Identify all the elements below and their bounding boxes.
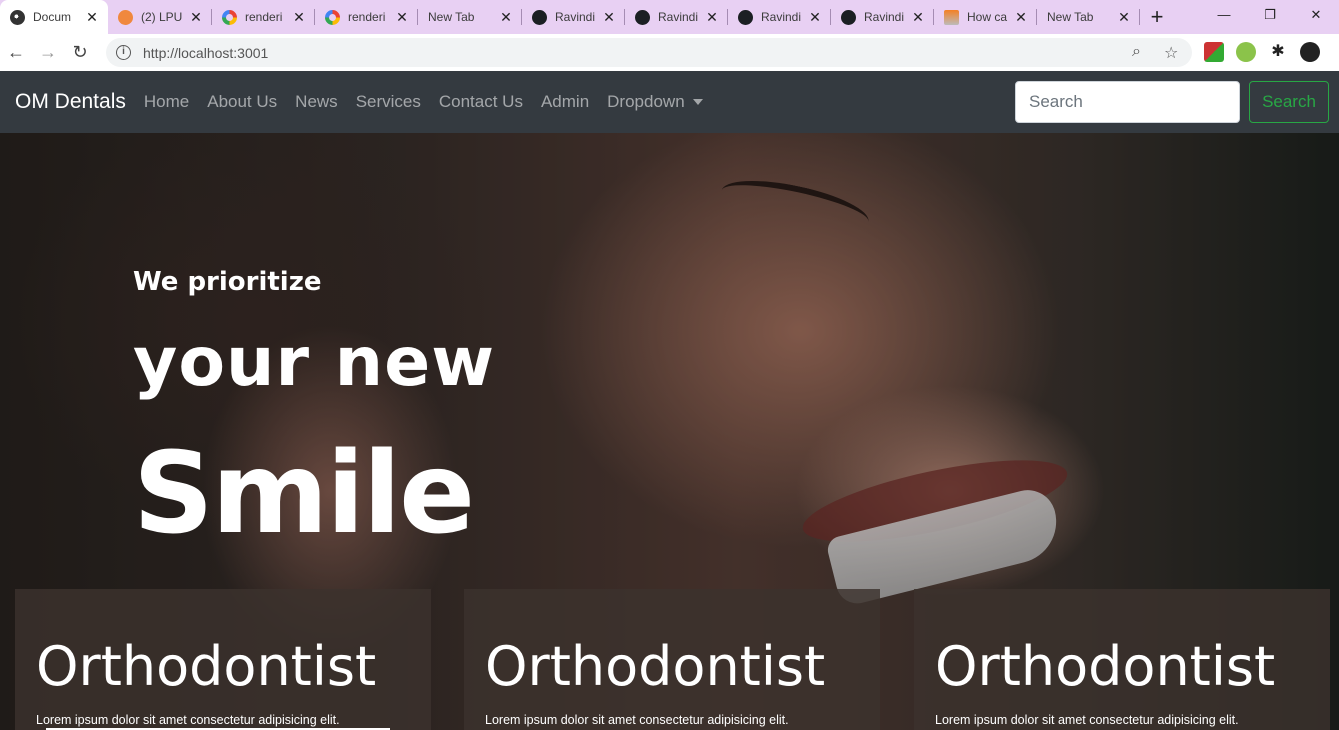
- card-title: Orthodontist: [36, 635, 377, 698]
- url-text: http://localhost:3001: [143, 44, 269, 61]
- close-icon[interactable]: ✕: [84, 9, 100, 26]
- nav-contact-us[interactable]: Contact Us: [439, 92, 523, 112]
- minimize-icon[interactable]: —: [1201, 0, 1247, 30]
- service-card: Orthodontist Lorem ipsum dolor sit amet …: [15, 589, 431, 730]
- back-icon[interactable]: ←: [0, 42, 32, 63]
- reload-icon[interactable]: ↻: [64, 42, 96, 63]
- profile-avatar-icon[interactable]: [1300, 42, 1320, 62]
- site-navbar: OM Dentals Home About Us News Services C…: [0, 71, 1339, 133]
- browser-tab[interactable]: Ravindi ✕: [831, 0, 934, 34]
- close-icon[interactable]: ✕: [601, 9, 617, 26]
- lpu-icon: [118, 9, 133, 25]
- close-icon[interactable]: ✕: [394, 9, 410, 26]
- close-icon[interactable]: ✕: [498, 9, 514, 26]
- dropdown-label: Dropdown: [607, 92, 685, 111]
- window-controls: — ❐ ✕: [1201, 0, 1339, 30]
- service-card: Orthodontist Lorem ipsum dolor sit amet …: [464, 589, 880, 730]
- browser-tab[interactable]: New Tab ✕: [418, 0, 522, 34]
- nav-news[interactable]: News: [295, 92, 338, 112]
- close-icon[interactable]: ✕: [1013, 9, 1029, 26]
- search-input[interactable]: [1015, 81, 1240, 123]
- browser-toolbar: ← → ↻ i http://localhost:3001 ⌕ ☆ ✱: [0, 34, 1339, 71]
- caret-down-icon: [692, 99, 703, 105]
- close-icon[interactable]: ✕: [1116, 9, 1132, 26]
- close-window-icon[interactable]: ✕: [1293, 0, 1339, 30]
- extension-icon[interactable]: [1236, 42, 1256, 62]
- brand-logo[interactable]: OM Dentals: [15, 90, 126, 114]
- browser-tab[interactable]: renderi ✕: [212, 0, 315, 34]
- card-title: Orthodontist: [485, 635, 826, 698]
- browser-tab[interactable]: Docum ✕: [0, 0, 108, 34]
- nav-links: Home About Us News Services Contact Us A…: [144, 92, 721, 112]
- github-icon: [532, 9, 547, 25]
- hero-subtitle: We prioritize: [133, 267, 322, 297]
- browser-tab-strip: Docum ✕ (2) LPU ✕ renderi ✕ renderi ✕ Ne…: [0, 0, 1339, 34]
- hero-heading: your new: [133, 323, 496, 402]
- forward-icon[interactable]: →: [32, 42, 64, 63]
- search-button[interactable]: Search: [1249, 81, 1329, 123]
- address-bar[interactable]: i http://localhost:3001 ⌕ ☆: [106, 38, 1192, 67]
- tab-title: How ca: [967, 10, 1008, 24]
- extension-icon[interactable]: [1204, 42, 1224, 62]
- tab-title: Ravindi: [555, 10, 596, 24]
- close-icon[interactable]: ✕: [704, 9, 720, 26]
- puzzle-icon[interactable]: ✱: [1268, 42, 1288, 62]
- close-icon[interactable]: ✕: [291, 9, 307, 26]
- nav-dropdown[interactable]: Dropdown: [607, 92, 703, 112]
- tab-title: Ravindi: [864, 10, 905, 24]
- hero-headline: Smile: [133, 429, 475, 559]
- google-icon: [325, 9, 340, 25]
- browser-tab[interactable]: Ravindi ✕: [625, 0, 728, 34]
- zoom-icon[interactable]: ⌕: [1132, 43, 1141, 61]
- info-icon[interactable]: i: [116, 45, 131, 60]
- page-viewport: OM Dentals Home About Us News Services C…: [0, 71, 1339, 730]
- tab-title: Ravindi: [658, 10, 699, 24]
- close-icon[interactable]: ✕: [807, 9, 823, 26]
- service-card: Orthodontist Lorem ipsum dolor sit amet …: [914, 589, 1330, 730]
- browser-tab[interactable]: Ravindi ✕: [728, 0, 831, 34]
- browser-tab[interactable]: renderi ✕: [315, 0, 418, 34]
- nav-services[interactable]: Services: [356, 92, 421, 112]
- nav-about-us[interactable]: About Us: [207, 92, 277, 112]
- restore-icon[interactable]: ❐: [1247, 0, 1293, 30]
- card-text: Lorem ipsum dolor sit amet consectetur a…: [36, 713, 340, 727]
- browser-tab[interactable]: Ravindi ✕: [522, 0, 625, 34]
- nav-home[interactable]: Home: [144, 92, 189, 112]
- tab-title: Docum: [33, 10, 72, 24]
- github-icon: [738, 9, 753, 25]
- github-icon: [635, 9, 650, 25]
- globe-icon: [10, 9, 25, 25]
- google-icon: [222, 9, 237, 25]
- card-text: Lorem ipsum dolor sit amet consectetur a…: [485, 713, 789, 727]
- nav-admin[interactable]: Admin: [541, 92, 589, 112]
- tab-title: (2) LPU: [141, 10, 183, 24]
- tab-title: Ravindi: [761, 10, 802, 24]
- card-title: Orthodontist: [935, 635, 1276, 698]
- card-text: Lorem ipsum dolor sit amet consectetur a…: [935, 713, 1239, 727]
- tab-title: renderi: [245, 10, 283, 24]
- browser-tab[interactable]: (2) LPU ✕: [108, 0, 212, 34]
- tab-title: renderi: [348, 10, 386, 24]
- github-icon: [841, 9, 856, 25]
- new-tab-button[interactable]: +: [1140, 0, 1174, 34]
- close-icon[interactable]: ✕: [910, 9, 926, 26]
- tab-title: New Tab: [1047, 10, 1094, 24]
- browser-tab[interactable]: How ca ✕: [934, 0, 1037, 34]
- tab-title: New Tab: [428, 10, 475, 24]
- browser-tab[interactable]: New Tab ✕: [1037, 0, 1140, 34]
- service-cards: Orthodontist Lorem ipsum dolor sit amet …: [15, 589, 1331, 730]
- stackoverflow-icon: [944, 9, 959, 25]
- bookmark-star-icon[interactable]: ☆: [1164, 43, 1178, 63]
- close-icon[interactable]: ✕: [188, 9, 204, 26]
